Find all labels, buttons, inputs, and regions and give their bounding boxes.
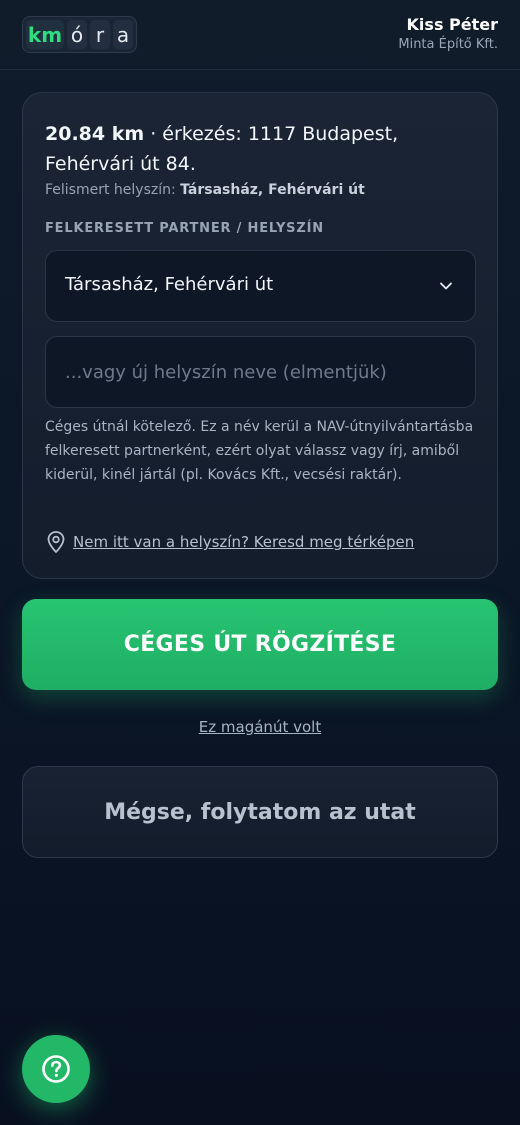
logo-letter-r: r — [90, 20, 110, 49]
user-company: Minta Építő Kft. — [398, 37, 498, 52]
chevron-down-icon — [440, 282, 452, 290]
map-search-link[interactable]: Nem itt van a helyszín? Keresd meg térké… — [45, 530, 414, 554]
recognized-label: Felismert helyszín: — [45, 182, 176, 198]
trip-distance: 20.84 km — [45, 123, 145, 145]
save-business-trip-button[interactable]: CÉGES ÚT RÖGZÍTÉSE — [22, 599, 498, 690]
trip-separator: · — [144, 123, 163, 145]
user-name: Kiss Péter — [406, 15, 498, 34]
private-trip-link[interactable]: Ez magánút volt — [0, 718, 520, 736]
trip-card: 20.84 km · érkezés: 1117 Budapest, Fehér… — [22, 92, 498, 579]
logo-letter-km: km — [26, 20, 64, 49]
partner-section-label: FELKERESETT PARTNER / HELYSZÍN — [45, 221, 324, 236]
map-pin-icon — [47, 531, 65, 553]
new-location-input[interactable] — [45, 336, 476, 408]
top-bar: km ó r a Kiss Péter Minta Építő Kft. — [0, 0, 520, 70]
partner-select[interactable]: Társasház, Fehérvári út — [45, 250, 476, 322]
logo-letter-a: a — [113, 20, 133, 49]
trip-summary: 20.84 km · érkezés: 1117 Budapest, Fehér… — [45, 119, 475, 179]
recognized-value: Társasház, Fehérvári út — [180, 182, 365, 198]
cancel-continue-button[interactable]: Mégse, folytatom az utat — [22, 766, 498, 858]
arrival-label: érkezés: — [162, 123, 242, 145]
app-logo[interactable]: km ó r a — [22, 16, 137, 53]
partner-select-value: Társasház, Fehérvári út — [65, 274, 274, 295]
question-mark-icon — [42, 1055, 70, 1083]
help-button[interactable] — [22, 1035, 90, 1103]
logo-letter-o: ó — [67, 20, 87, 49]
partner-hint: Céges útnál kötelező. Ez a név kerül a N… — [45, 419, 474, 483]
recognized-location: Felismert helyszín: Társasház, Fehérvári… — [45, 182, 485, 198]
user-info[interactable]: Kiss Péter Minta Építő Kft. — [398, 15, 498, 52]
map-search-link-label: Nem itt van a helyszín? Keresd meg térké… — [73, 533, 415, 551]
